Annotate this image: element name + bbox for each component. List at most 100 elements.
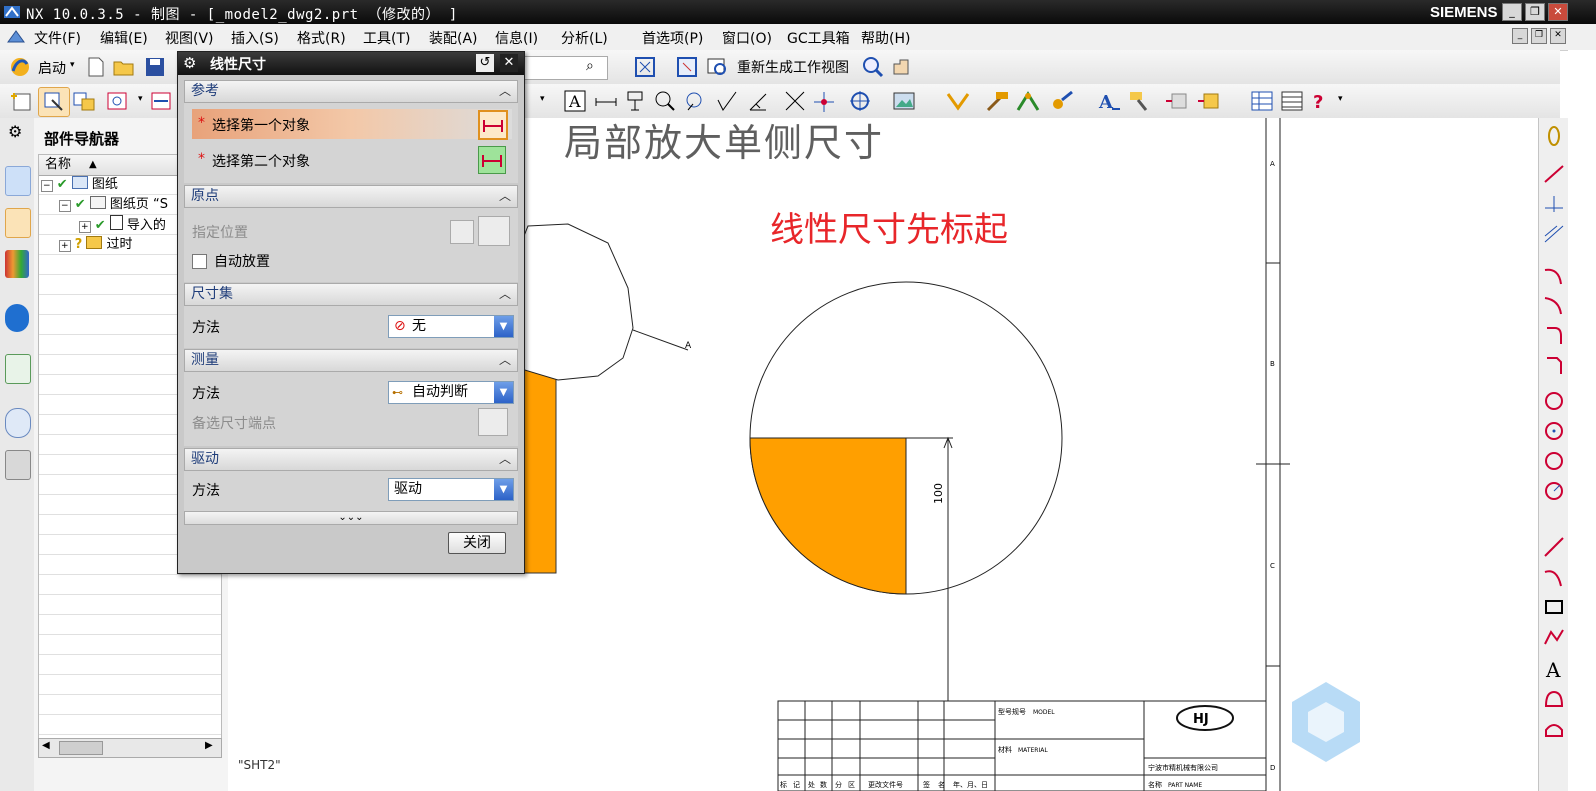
note-icon[interactable]: A [564,90,586,112]
scroll-right-icon[interactable]: ▶ [205,740,213,751]
reset-icon[interactable]: ↺ [476,54,494,72]
select-first-icon[interactable] [478,110,508,140]
menu-view[interactable]: 视图(V) [165,28,214,48]
start-button[interactable]: 启动 [38,58,66,78]
doc-minimize-button[interactable]: _ [1512,28,1528,44]
dropdown-arrow-icon[interactable]: ▼ [494,382,513,403]
expand-icon[interactable]: + [79,221,91,233]
axis-icon[interactable] [1543,194,1565,214]
collapse-icon[interactable]: ︿ [499,186,511,207]
chamfer-icon[interactable] [1543,354,1565,376]
close-button[interactable]: 关闭 [448,532,506,554]
gc-tool-icon[interactable] [1050,90,1076,112]
dimset-method-select[interactable]: ⊘ 无 ▼ [388,315,514,338]
menu-info[interactable]: 信息(I) [495,28,538,48]
region-fill-icon[interactable] [1543,688,1565,710]
arc-tangent-icon[interactable] [1543,294,1565,316]
alternate-endpoint-icon[interactable] [478,408,508,436]
detail-dropdown-icon[interactable]: ▾ [138,94,143,104]
menu-file[interactable]: 文件(F) [34,28,81,48]
specify-location-icon[interactable] [478,216,510,246]
toolbar-dropdown-icon[interactable]: ▾ [540,94,545,104]
section-reference-header[interactable]: 参考 ︿ [184,80,518,103]
web-browser-icon[interactable] [5,354,31,384]
scroll-left-icon[interactable]: ◀ [42,740,50,751]
new-file-icon[interactable] [86,56,106,78]
pan-icon[interactable] [890,56,916,78]
projected-view-icon[interactable] [72,90,98,112]
collapse-icon[interactable]: ︿ [499,449,511,470]
fit-view-icon[interactable] [634,56,656,78]
dropdown-arrow-icon[interactable]: ▼ [494,479,513,500]
menu-window[interactable]: 窗口(O) [722,28,772,48]
select-first-object-row[interactable]: * 选择第一个对象 [192,109,512,140]
collapse-icon[interactable]: − [59,200,71,212]
menu-edit[interactable]: 编辑(E) [100,28,148,48]
reuse-library-icon[interactable] [5,250,29,278]
spline-icon[interactable] [1543,566,1565,588]
linear-dimension-dialog[interactable]: ⚙ 线性尺寸 ↺ ✕ 参考 ︿ * 选择第一个对象 * 选择第二个对象 原点 ︿… [177,51,525,574]
doc-close-button[interactable]: ✕ [1550,28,1566,44]
menu-app-icon[interactable] [6,28,26,46]
minimize-button[interactable]: _ [1502,3,1522,21]
menu-assembly[interactable]: 装配(A) [429,28,478,48]
section-origin-header[interactable]: 原点 ︿ [184,185,518,208]
collapse-icon[interactable]: ︿ [499,284,511,305]
balloon-icon[interactable] [684,90,708,112]
datum-feature-icon[interactable] [624,90,646,112]
circle-3pt-icon[interactable] [1543,450,1565,472]
system-materials-icon[interactable] [5,450,31,480]
section-view-icon[interactable] [150,90,176,112]
scroll-thumb[interactable] [59,741,103,755]
dialog-close-icon[interactable]: ✕ [500,54,518,72]
zoom-window-icon[interactable] [676,56,698,78]
area-fill-icon[interactable] [1543,718,1565,740]
hd3d-tools-icon[interactable] [5,304,29,332]
measure-method-select[interactable]: ⊷ 自动判断 ▼ [388,381,514,404]
hammer-icon[interactable] [984,90,1010,112]
rectangle-icon[interactable] [1543,596,1565,618]
assembly-navigator-icon[interactable] [5,166,31,196]
start-icon[interactable] [8,56,32,78]
assembly-tool-icon[interactable] [1016,90,1042,112]
parts-list-icon[interactable] [1280,90,1304,112]
menu-gc-toolbox[interactable]: GC工具箱 [787,28,850,48]
search-icon[interactable]: ⌕ [586,58,594,74]
detail-view-icon[interactable] [106,90,132,112]
help-dropdown-icon[interactable]: ▾ [1338,94,1343,104]
expand-icon[interactable]: + [59,240,71,252]
collapse-icon[interactable]: − [41,180,53,192]
text-style-icon[interactable]: A [1098,90,1122,112]
doc-restore-button[interactable]: ❐ [1531,28,1547,44]
auto-place-checkbox[interactable] [192,254,207,269]
section-dimset-header[interactable]: 尺寸集 ︿ [184,283,518,306]
show-component-icon[interactable] [1196,90,1222,112]
menu-preferences[interactable]: 首选项(P) [642,28,703,48]
menu-insert[interactable]: 插入(S) [231,28,279,48]
part-navigator-icon[interactable] [5,208,31,238]
tree-row-sheet[interactable]: − ✔ 图纸页 “S [59,195,168,215]
start-dropdown-icon[interactable]: ▾ [70,60,75,70]
parallel-line-icon[interactable] [1543,224,1565,244]
circle-tangent-icon[interactable] [1543,480,1565,502]
circle-icon[interactable] [1543,390,1565,412]
section-driving-header[interactable]: 驱动 ︿ [184,448,518,471]
regenerate-view-button[interactable]: 重新生成工作视图 [737,57,849,77]
close-window-button[interactable]: ✕ [1548,3,1568,21]
weld-symbol-icon[interactable] [746,90,770,112]
target-point-icon[interactable] [848,90,872,112]
dropdown-arrow-icon[interactable]: ▼ [494,316,513,337]
command-finder-input[interactable] [520,56,608,80]
restore-button[interactable]: ❐ [1525,3,1545,21]
more-options-icon[interactable]: ⌄⌄⌄ [184,511,518,525]
tree-row-drawing[interactable]: − ✔ 图纸 [41,175,118,195]
line-2-icon[interactable] [1543,536,1565,558]
horizontal-scrollbar[interactable]: ◀ ▶ [38,738,222,758]
bolt-circle-centerline-icon[interactable] [812,90,836,112]
table-icon[interactable] [1250,90,1274,112]
orange-quarter[interactable] [749,437,907,595]
hide-component-icon[interactable] [1164,90,1190,112]
text-settings-icon[interactable] [450,220,474,244]
feature-control-frame-icon[interactable] [594,90,618,112]
polyline-icon[interactable] [1543,626,1565,648]
